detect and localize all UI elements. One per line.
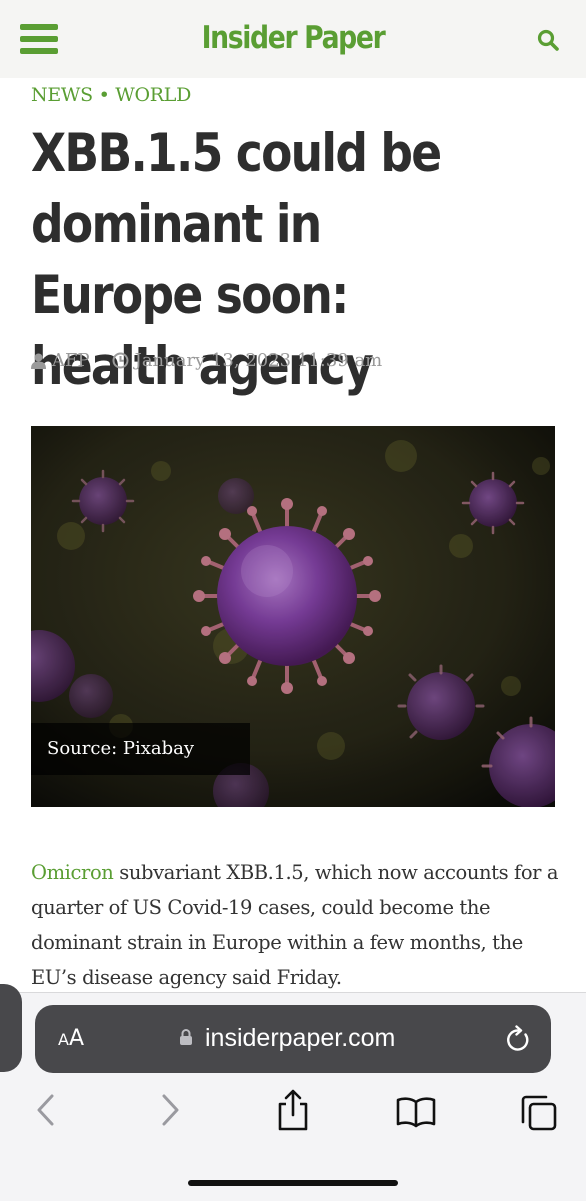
url-text[interactable]: insiderpaper.com	[205, 1024, 395, 1053]
previous-tab-preview[interactable]	[0, 984, 22, 1072]
back-icon[interactable]	[34, 1090, 56, 1130]
author-icon	[31, 353, 46, 369]
site-header: Insider Paper	[0, 0, 586, 78]
article-body-paragraph: Omicron subvariant XBB.1.5, which now ac…	[31, 855, 561, 995]
breadcrumb-world[interactable]: WORLD	[115, 84, 191, 106]
site-title[interactable]: Insider Paper	[41, 20, 545, 56]
bookmarks-icon[interactable]	[395, 1096, 437, 1128]
search-icon[interactable]	[536, 28, 560, 52]
hero-image: Source: Pixabay	[31, 426, 555, 807]
article-author[interactable]: AFP	[52, 350, 90, 371]
text-size-button[interactable]: AA	[58, 1026, 84, 1051]
share-icon[interactable]	[276, 1088, 310, 1132]
tabs-icon[interactable]	[520, 1094, 558, 1132]
address-bar[interactable]: AA insiderpaper.com	[35, 1005, 551, 1073]
article-date: January 13, 2023 11:39 am	[134, 350, 383, 371]
article-meta: AFP January 13, 2023 11:39 am	[31, 350, 382, 371]
reload-icon[interactable]	[505, 1025, 531, 1053]
lock-icon	[180, 1029, 192, 1045]
forward-icon[interactable]	[160, 1090, 182, 1130]
breadcrumb: NEWS • WORLD	[31, 84, 191, 106]
home-indicator[interactable]	[188, 1180, 398, 1186]
image-caption: Source: Pixabay	[31, 723, 250, 775]
breadcrumb-separator: •	[98, 84, 110, 106]
breadcrumb-news[interactable]: NEWS	[31, 84, 93, 106]
omicron-link[interactable]: Omicron	[31, 861, 114, 884]
clock-icon	[112, 352, 129, 369]
